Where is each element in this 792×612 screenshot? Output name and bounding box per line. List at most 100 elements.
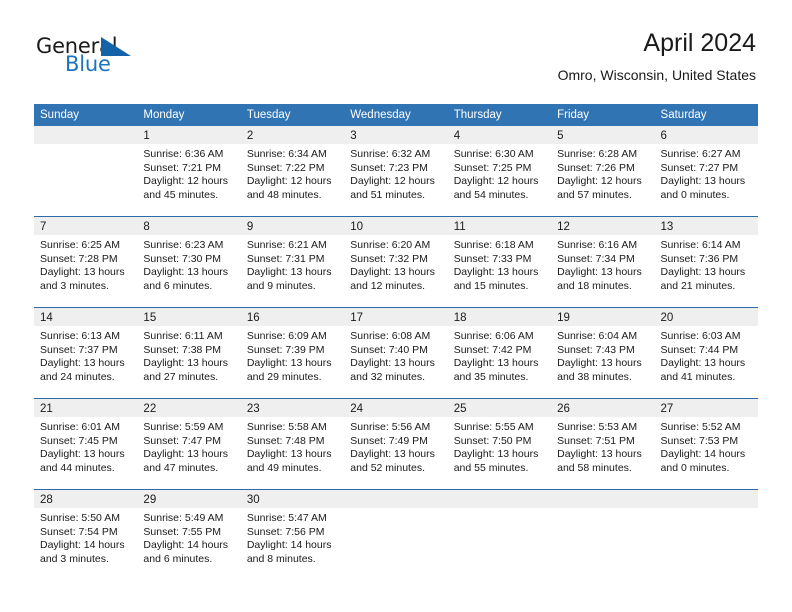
day-cell-20[interactable]: 20 Sunrise: 6:03 AM Sunset: 7:44 PM Dayligh… [654, 308, 758, 398]
calendar-page: General Blue April 2024 Omro, Wisconsin,… [0, 0, 792, 612]
day-cell-17[interactable]: 17 Sunrise: 6:08 AM Sunset: 7:40 PM Dayligh… [344, 308, 448, 398]
day-number-band: 22 [137, 399, 241, 417]
day-details: Sunrise: 5:55 AM Sunset: 7:50 PM Daylight:… [447, 417, 552, 476]
day-detail-line: Sunrise: 6:14 AM [660, 239, 741, 251]
day-detail-line: Sunset: 7:53 PM [660, 434, 739, 447]
day-detail-line: Sunset: 7:50 PM [453, 434, 532, 447]
day-number: 7 [40, 221, 47, 233]
day-cell-5[interactable]: 5 Sunrise: 6:28 AM Sunset: 7:26 PM Daylight… [551, 126, 655, 216]
day-detail-line: and 6 minutes. [143, 552, 213, 565]
day-detail-line: and 18 minutes. [557, 279, 632, 292]
day-detail-line: and 29 minutes. [246, 370, 322, 383]
day-cell-3[interactable]: 3 Sunrise: 6:32 AM Sunset: 7:23 PM Daylight… [344, 126, 448, 216]
week-row: 14 Sunrise: 6:13 AM Sunset: 7:37 PM Dayligh… [34, 307, 758, 398]
day-cell-11[interactable]: 11 Sunrise: 6:18 AM Sunset: 7:33 PM Dayligh… [447, 217, 552, 307]
day-cell-12[interactable]: 12 Sunrise: 6:16 AM Sunset: 7:34 PM Dayligh… [551, 217, 655, 307]
day-detail-line: Sunrise: 6:13 AM [40, 330, 120, 342]
day-detail-line: Sunset: 7:44 PM [660, 343, 739, 356]
day-details: Sunrise: 5:49 AM Sunset: 7:55 PM Daylight:… [137, 508, 241, 567]
day-cell-9[interactable]: 9 Sunrise: 6:21 AM Sunset: 7:31 PM Daylight… [240, 217, 345, 307]
day-cell-15[interactable]: 15 Sunrise: 6:11 AM Sunset: 7:38 PM Dayligh… [137, 308, 241, 398]
day-cell-1[interactable]: 1 Sunrise: 6:36 AM Sunset: 7:21 PM Daylight… [137, 126, 241, 216]
day-number-band: 2 [240, 126, 345, 144]
day-cell-30[interactable]: 30 Sunrise: 5:47 AM Sunset: 7:56 PM Dayligh… [240, 490, 345, 580]
day-details: Sunrise: 6:16 AM Sunset: 7:34 PM Daylight:… [551, 235, 655, 294]
day-number: 15 [143, 312, 157, 324]
day-cell-28[interactable]: 28 Sunrise: 5:50 AM Sunset: 7:54 PM Dayligh… [34, 490, 138, 580]
day-details: Sunrise: 5:53 AM Sunset: 7:51 PM Daylight:… [551, 417, 655, 476]
day-detail-line: Sunset: 7:48 PM [246, 434, 325, 447]
day-detail-line: Daylight: 13 hours [660, 266, 746, 279]
day-cell-6[interactable]: 6 Sunrise: 6:27 AM Sunset: 7:27 PM Daylight… [654, 126, 758, 216]
day-cell-16[interactable]: 16 Sunrise: 6:09 AM Sunset: 7:39 PM Dayligh… [240, 308, 345, 398]
day-cell-23[interactable]: 23 Sunrise: 5:58 AM Sunset: 7:48 PM Dayligh… [240, 399, 345, 489]
day-number-band: 11 [447, 217, 552, 235]
day-detail-line: and 15 minutes. [453, 279, 529, 292]
day-detail-line: Sunrise: 6:32 AM [350, 148, 431, 160]
day-detail-line: Sunrise: 6:18 AM [453, 239, 534, 251]
day-number-band: 14 [34, 308, 138, 326]
day-detail-line: and 24 minutes. [40, 370, 115, 383]
day-detail-line: Daylight: 14 hours [246, 539, 332, 552]
day-number-band: 29 [137, 490, 241, 508]
day-cell-14[interactable]: 14 Sunrise: 6:13 AM Sunset: 7:37 PM Dayligh… [34, 308, 138, 398]
day-detail-line: and 27 minutes. [143, 370, 219, 383]
day-detail-line: and 57 minutes. [557, 188, 632, 201]
day-cell-2[interactable]: 2 Sunrise: 6:34 AM Sunset: 7:22 PM Daylight… [240, 126, 345, 216]
day-detail-line: Sunset: 7:36 PM [660, 252, 739, 265]
day-detail-line: and 12 minutes. [350, 279, 425, 292]
weekday-header-monday: Monday [143, 109, 185, 121]
day-detail-line: and 35 minutes. [453, 370, 529, 383]
day-detail-line: Daylight: 13 hours [143, 357, 229, 370]
day-detail-line: Daylight: 13 hours [143, 448, 229, 461]
day-cell-13[interactable]: 13 Sunrise: 6:14 AM Sunset: 7:36 PM Dayligh… [654, 217, 758, 307]
day-cell-7[interactable]: 7 Sunrise: 6:25 AM Sunset: 7:28 PM Daylight… [34, 217, 138, 307]
day-detail-line: Sunrise: 6:06 AM [453, 330, 534, 342]
day-number-band: 4 [447, 126, 552, 144]
day-detail-line: and 48 minutes. [246, 188, 322, 201]
day-cell-24[interactable]: 24 Sunrise: 5:56 AM Sunset: 7:49 PM Dayligh… [344, 399, 448, 489]
day-detail-line: and 58 minutes. [557, 461, 632, 474]
day-detail-line: Daylight: 14 hours [143, 539, 229, 552]
day-detail-line: and 21 minutes. [660, 279, 736, 292]
general-blue-logo[interactable]: General Blue [36, 34, 146, 80]
day-detail-line: Sunset: 7:33 PM [453, 252, 532, 265]
day-cell-29[interactable]: 29 Sunrise: 5:49 AM Sunset: 7:55 PM Dayligh… [137, 490, 241, 580]
day-cell-26[interactable]: 26 Sunrise: 5:53 AM Sunset: 7:51 PM Dayligh… [551, 399, 655, 489]
day-detail-line: Sunrise: 5:53 AM [557, 421, 638, 433]
day-detail-line: Sunrise: 5:55 AM [453, 421, 534, 433]
day-cell-21[interactable]: 21 Sunrise: 6:01 AM Sunset: 7:45 PM Dayligh… [34, 399, 138, 489]
day-detail-line: Sunset: 7:30 PM [143, 252, 222, 265]
day-number: 18 [453, 312, 467, 324]
day-cell-19[interactable]: 19 Sunrise: 6:04 AM Sunset: 7:43 PM Dayligh… [551, 308, 655, 398]
day-number: 30 [246, 494, 260, 506]
day-detail-line: Sunrise: 6:27 AM [660, 148, 741, 160]
day-number-band: 17 [344, 308, 448, 326]
day-cell-22[interactable]: 22 Sunrise: 5:59 AM Sunset: 7:47 PM Dayligh… [137, 399, 241, 489]
day-cell-8[interactable]: 8 Sunrise: 6:23 AM Sunset: 7:30 PM Daylight… [137, 217, 241, 307]
day-number-band: 20 [654, 308, 758, 326]
day-cell-27[interactable]: 27 Sunrise: 5:52 AM Sunset: 7:53 PM Dayligh… [654, 399, 758, 489]
day-detail-line: Sunrise: 6:23 AM [143, 239, 224, 251]
day-number-band: 12 [551, 217, 655, 235]
day-detail-line: Sunrise: 6:20 AM [350, 239, 431, 251]
day-details: Sunrise: 5:47 AM Sunset: 7:56 PM Daylight:… [240, 508, 345, 567]
day-number: 25 [453, 403, 467, 415]
day-cell-4[interactable]: 4 Sunrise: 6:30 AM Sunset: 7:25 PM Daylight… [447, 126, 552, 216]
day-detail-line: Sunrise: 6:36 AM [143, 148, 224, 160]
day-detail-line: Sunrise: 6:21 AM [246, 239, 327, 251]
weekday-header-wednesday: Wednesday [350, 109, 411, 121]
week-row: 21 Sunrise: 6:01 AM Sunset: 7:45 PM Dayligh… [34, 398, 758, 489]
day-cell-10[interactable]: 10 Sunrise: 6:20 AM Sunset: 7:32 PM Dayligh… [344, 217, 448, 307]
week-row: 7 Sunrise: 6:25 AM Sunset: 7:28 PM Daylight… [34, 216, 758, 307]
day-number-band: 19 [551, 308, 655, 326]
day-detail-line: Sunset: 7:43 PM [557, 343, 635, 356]
day-number: 10 [350, 221, 364, 233]
day-number-band: 26 [551, 399, 655, 417]
day-detail-line: Sunset: 7:56 PM [246, 525, 325, 538]
day-details: Sunrise: 6:20 AM Sunset: 7:32 PM Daylight:… [344, 235, 448, 294]
day-details: Sunrise: 6:18 AM Sunset: 7:33 PM Daylight:… [447, 235, 552, 294]
day-detail-line: Daylight: 13 hours [660, 175, 746, 188]
day-cell-25[interactable]: 25 Sunrise: 5:55 AM Sunset: 7:50 PM Dayligh… [447, 399, 552, 489]
day-cell-18[interactable]: 18 Sunrise: 6:06 AM Sunset: 7:42 PM Dayligh… [447, 308, 552, 398]
